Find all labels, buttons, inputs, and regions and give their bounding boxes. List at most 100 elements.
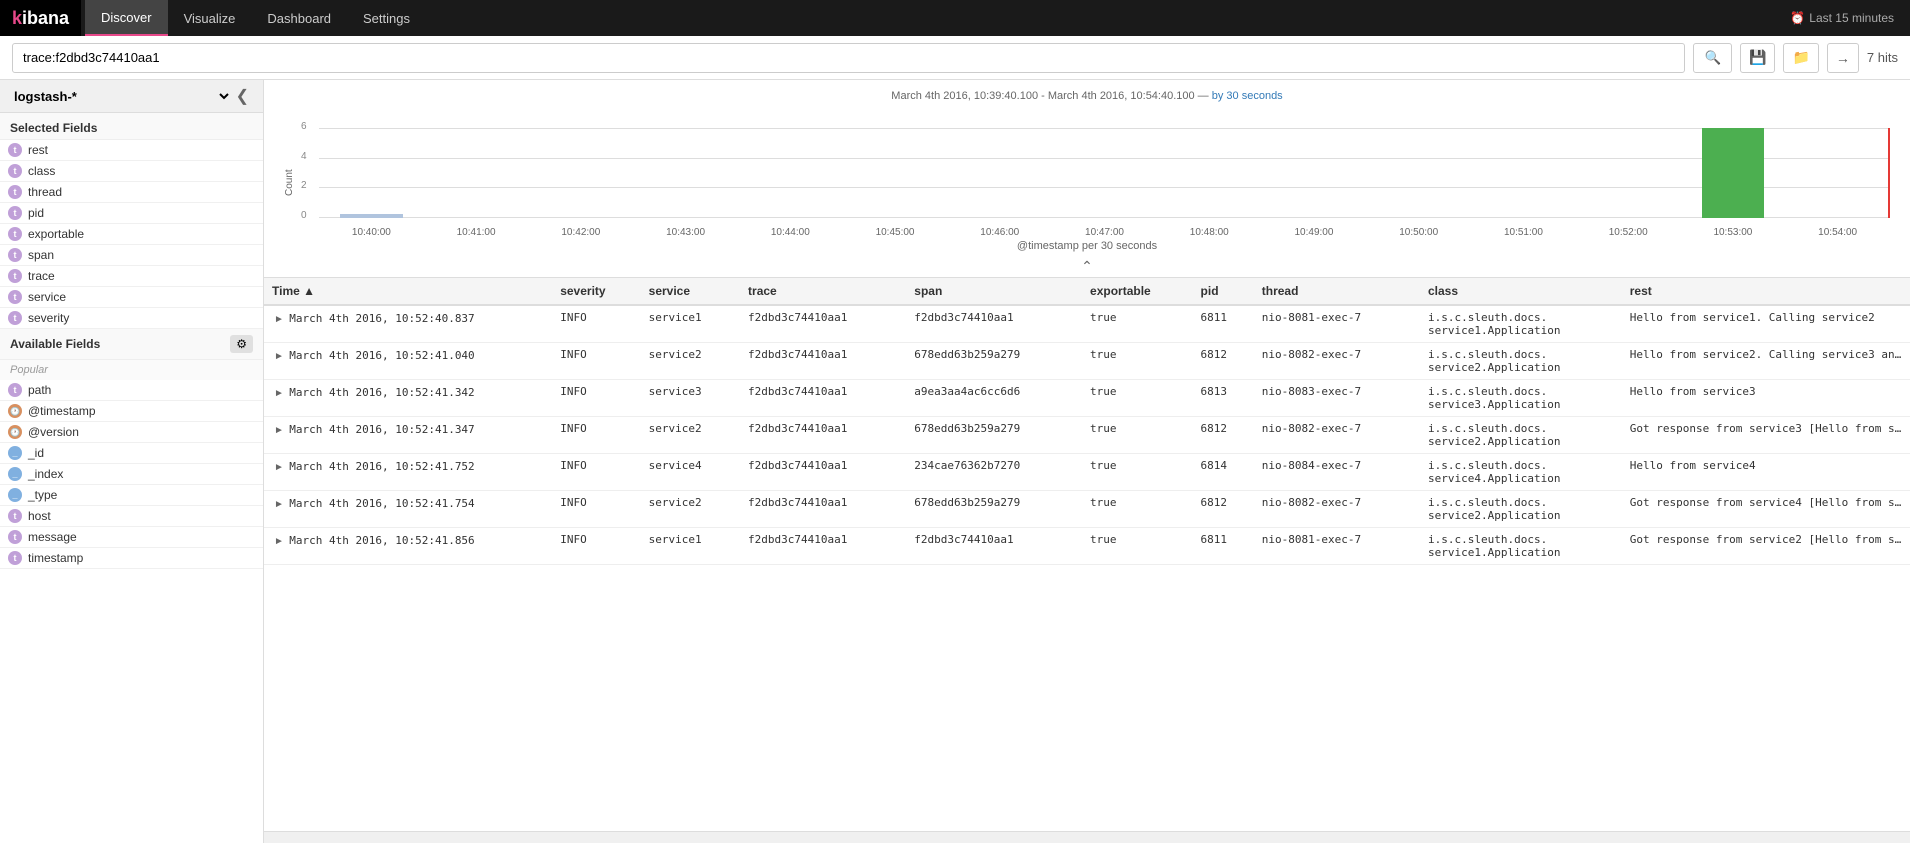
cell-service: service2 (641, 417, 740, 454)
cell-service: service3 (641, 380, 740, 417)
cell-thread: nio-8081-exec-7 (1254, 528, 1420, 565)
bar-slot-3 (633, 128, 738, 218)
nav-dashboard[interactable]: Dashboard (251, 0, 347, 36)
time-value: March 4th 2016, 10:52:41.347 (289, 423, 474, 436)
expand-button[interactable]: ► (272, 499, 286, 510)
field-item-timestamp-at[interactable]: 🕐 @timestamp (0, 401, 263, 422)
field-item-pid[interactable]: t pid (0, 203, 263, 224)
cell-span: f2dbd3c74410aa1 (906, 305, 1082, 343)
row-expand-cell: ► March 4th 2016, 10:52:41.040 (264, 343, 552, 380)
field-item-severity[interactable]: t severity (0, 308, 263, 329)
field-item-class[interactable]: t class (0, 161, 263, 182)
cell-service: service1 (641, 305, 740, 343)
gear-button[interactable]: ⚙ (230, 335, 253, 353)
time-picker[interactable]: ⏰ Last 15 minutes (1774, 11, 1910, 25)
table-row: ► March 4th 2016, 10:52:41.347INFOservic… (264, 417, 1910, 454)
x-label-2: 10:42:00 (528, 227, 633, 238)
expand-button[interactable]: ► (272, 351, 286, 362)
cell-service: service2 (641, 343, 740, 380)
cell-class: i.s.c.sleuth.docs.service1.Application (1420, 528, 1622, 565)
field-type-icon: _ (8, 488, 22, 502)
bar-slot-0 (319, 128, 424, 218)
field-item-index[interactable]: _ _index (0, 464, 263, 485)
search-input[interactable] (12, 43, 1685, 73)
bar-slot-11 (1471, 128, 1576, 218)
chart-time-range: March 4th 2016, 10:39:40.100 - March 4th… (284, 90, 1890, 102)
nav-discover[interactable]: Discover (85, 0, 168, 36)
col-header-thread[interactable]: thread (1254, 278, 1420, 305)
col-header-pid[interactable]: pid (1193, 278, 1254, 305)
selected-fields-list: t rest t class t thread t pid t exportab… (0, 140, 263, 329)
clock-icon: ⏰ (1790, 11, 1805, 25)
cell-severity: INFO (552, 528, 640, 565)
field-item-thread[interactable]: t thread (0, 182, 263, 203)
cell-class: i.s.c.sleuth.docs.service2.Application (1420, 343, 1622, 380)
search-button[interactable]: 🔍 (1693, 43, 1732, 73)
nav-settings[interactable]: Settings (347, 0, 426, 36)
cell-span: 678edd63b259a279 (906, 491, 1082, 528)
bar-slot-8 (1157, 128, 1262, 218)
field-item-span[interactable]: t span (0, 245, 263, 266)
x-label-9: 10:49:00 (1262, 227, 1367, 238)
sidebar-toggle[interactable]: ❮ (232, 86, 253, 106)
cell-trace: f2dbd3c74410aa1 (740, 343, 906, 380)
available-fields-title: Available Fields (10, 337, 100, 351)
chart-collapse-button[interactable]: ⌃ (284, 256, 1890, 277)
cell-trace: f2dbd3c74410aa1 (740, 380, 906, 417)
logo: kibana (0, 0, 81, 36)
cell-rest: Hello from service1. Calling service2 (1622, 305, 1910, 343)
col-header-class[interactable]: class (1420, 278, 1622, 305)
field-item-service[interactable]: t service (0, 287, 263, 308)
chart-per-label: @timestamp per 30 seconds (284, 240, 1890, 256)
field-type-icon: t (8, 143, 22, 157)
field-item-message[interactable]: t message (0, 527, 263, 548)
row-expand-cell: ► March 4th 2016, 10:52:41.754 (264, 491, 552, 528)
cell-pid: 6811 (1193, 305, 1254, 343)
index-pattern-select[interactable]: logstash-* (10, 88, 232, 105)
bar-slot-6 (947, 128, 1052, 218)
available-fields-list: t path 🕐 @timestamp 🕐 @version _ _id _ _… (0, 380, 263, 569)
field-item-path[interactable]: t path (0, 380, 263, 401)
expand-button[interactable]: ► (272, 425, 286, 436)
col-header-service[interactable]: service (641, 278, 740, 305)
field-item-id[interactable]: _ _id (0, 443, 263, 464)
field-item-trace[interactable]: t trace (0, 266, 263, 287)
cell-exportable: true (1082, 528, 1193, 565)
expand-button[interactable]: ► (272, 462, 286, 473)
table-row: ► March 4th 2016, 10:52:41.342INFOservic… (264, 380, 1910, 417)
row-expand-cell: ► March 4th 2016, 10:52:41.752 (264, 454, 552, 491)
field-item-timestamp[interactable]: t timestamp (0, 548, 263, 569)
cell-thread: nio-8082-exec-7 (1254, 491, 1420, 528)
col-header-trace[interactable]: trace (740, 278, 906, 305)
time-range-link[interactable]: by 30 seconds (1212, 90, 1283, 102)
cell-pid: 6813 (1193, 380, 1254, 417)
col-header-severity[interactable]: severity (552, 278, 640, 305)
field-type-icon: 🕐 (8, 404, 22, 418)
col-header-span[interactable]: span (906, 278, 1082, 305)
x-label-8: 10:48:00 (1157, 227, 1262, 238)
bar-slot-12 (1576, 128, 1681, 218)
nav-visualize[interactable]: Visualize (168, 0, 252, 36)
col-header-time[interactable]: Time ▲ (264, 278, 552, 305)
results-area: Time ▲ severity service trace span expor… (264, 278, 1910, 831)
field-item-rest[interactable]: t rest (0, 140, 263, 161)
save-search-button[interactable]: 💾 (1740, 43, 1775, 73)
share-button[interactable]: → (1827, 43, 1859, 73)
col-header-exportable[interactable]: exportable (1082, 278, 1193, 305)
field-item-host[interactable]: t host (0, 506, 263, 527)
expand-button[interactable]: ► (272, 536, 286, 547)
expand-button[interactable]: ► (272, 314, 286, 325)
load-search-button[interactable]: 📁 (1783, 43, 1818, 73)
field-item-exportable[interactable]: t exportable (0, 224, 263, 245)
cell-thread: nio-8082-exec-7 (1254, 343, 1420, 380)
bottom-scrollbar[interactable] (264, 831, 1910, 843)
field-item-type[interactable]: _ _type (0, 485, 263, 506)
cell-severity: INFO (552, 380, 640, 417)
bar-slot-13 (1681, 128, 1786, 218)
bar-slot-2 (528, 128, 633, 218)
cell-pid: 6812 (1193, 343, 1254, 380)
cell-class: i.s.c.sleuth.docs.service1.Application (1420, 305, 1622, 343)
col-header-rest[interactable]: rest (1622, 278, 1910, 305)
expand-button[interactable]: ► (272, 388, 286, 399)
field-item-version[interactable]: 🕐 @version (0, 422, 263, 443)
